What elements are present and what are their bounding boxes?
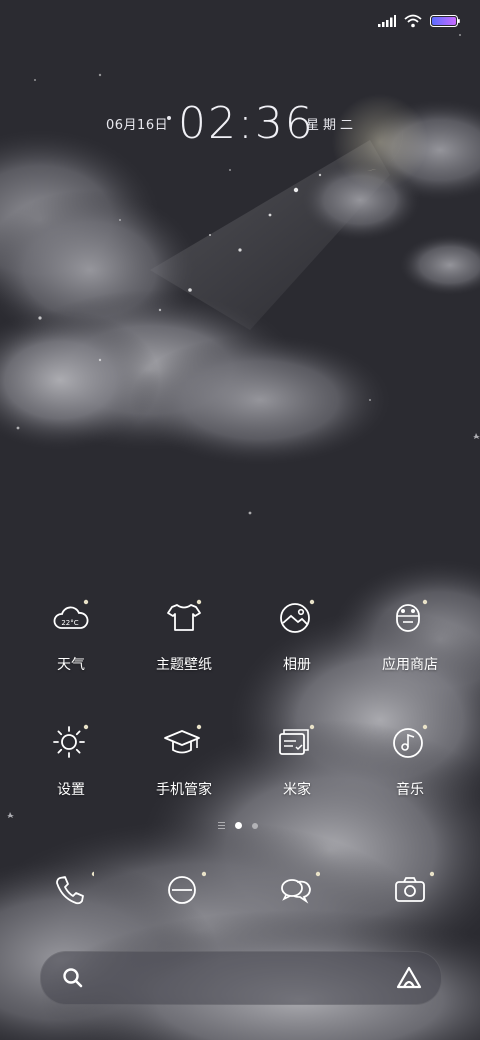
app-label-settings: 设置 (57, 782, 85, 798)
separator-dot (167, 116, 171, 120)
page-indicator-menu (218, 822, 225, 829)
phone-icon[interactable] (48, 868, 94, 914)
page-dot-active (235, 822, 242, 829)
status-bar (378, 12, 460, 30)
app-settings[interactable]: 设置 (16, 721, 126, 799)
app-label-mi-home: 米家 (283, 782, 311, 798)
wifi-icon (404, 14, 422, 28)
browser-icon[interactable] (160, 868, 206, 914)
weather-cloud-icon: 22°C (48, 596, 94, 642)
graduation-cap-icon (161, 721, 207, 767)
app-label-themes: 主题壁纸 (156, 657, 212, 673)
music-disc-icon (387, 721, 433, 767)
search-bar[interactable] (40, 951, 442, 1005)
time-label: 02:36 (178, 98, 315, 149)
weekday-label: 星期二 (306, 118, 358, 133)
battery-icon (430, 15, 460, 27)
camera-icon[interactable] (388, 868, 434, 914)
app-label-gallery: 相册 (283, 657, 311, 673)
messages-icon[interactable] (274, 868, 320, 914)
app-label-music: 音乐 (396, 782, 424, 798)
app-gallery[interactable]: 相册 (242, 596, 352, 674)
app-music[interactable]: 音乐 (355, 721, 465, 799)
app-security[interactable]: 手机管家 (129, 721, 239, 799)
app-weather[interactable]: 22°C 天气 (16, 596, 126, 674)
app-mi-home[interactable]: 米家 (242, 721, 352, 799)
app-label-store: 应用商店 (382, 657, 438, 673)
search-icon[interactable] (61, 966, 85, 990)
photo-icon (274, 596, 320, 642)
assistant-icon[interactable] (395, 965, 423, 991)
tshirt-icon (161, 596, 207, 642)
sun-gear-icon (48, 721, 94, 767)
signal-icon (378, 15, 396, 27)
clock-widget[interactable]: 06月16日 02:36 星期二 (0, 98, 480, 150)
app-store[interactable]: 应用商店 (355, 596, 465, 674)
date-label: 06月16日 (106, 118, 169, 133)
app-themes[interactable]: 主题壁纸 (129, 596, 239, 674)
cards-icon (274, 721, 320, 767)
page-dot (252, 822, 258, 829)
store-robot-icon (387, 596, 433, 642)
svg-text:22°C: 22°C (61, 619, 78, 627)
page-indicator[interactable] (218, 822, 258, 829)
app-label-weather: 天气 (57, 657, 85, 673)
app-label-security: 手机管家 (156, 782, 212, 798)
